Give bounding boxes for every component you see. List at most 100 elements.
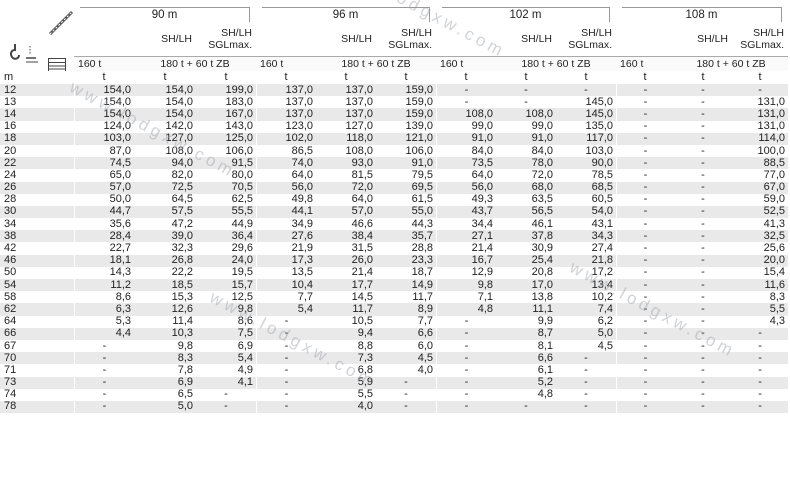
load-cell: 61,5 [411,193,433,206]
load-cell: 145,0 [556,108,617,121]
radius-cell: 14 [0,108,74,121]
load-cell: 91,0 [496,132,556,145]
radius-cell: 16 [4,120,17,133]
load-cell: - [701,339,705,352]
load-cell: - [436,364,496,377]
load-cell: 22,7 [74,242,134,255]
load-cell: - [436,327,496,340]
radius-cell: 22 [0,157,74,170]
load-cell: 73,5 [436,157,496,170]
load-cell: 72,0 [316,181,376,194]
radius-cell: 20 [4,144,17,157]
load-cell: 154,0 [74,96,134,109]
load-cell: - [376,376,436,389]
load-cell: 5,3 [74,315,134,328]
load-cell: - [436,339,496,353]
table-row: 24 65,0 82,0 80,0 64,0 81,5 79,5 64,0 72,0 78,5- -… [0,169,788,182]
load-cell: 145,0 [585,96,614,108]
load-cell: 108,0 [345,144,373,157]
load-cell: 22,2 [171,266,193,279]
mode-header-sgl: SH/LH SGLmax. [740,26,785,51]
load-cell: - [436,400,496,414]
load-cell: 4,9 [237,364,253,376]
load-cell: 27,4 [591,242,614,255]
load-cell: 84,0 [436,144,496,158]
load-cell: 5,0 [556,327,617,340]
load-cell: - [674,84,733,97]
load-cell: 118,0 [316,132,376,145]
load-cell: 4,8 [436,303,496,316]
load-cell: 103,0 [74,132,134,145]
load-cell: - [616,108,675,121]
load-cell: 131,0 [732,108,789,121]
load-cell: - [758,339,762,352]
load-cell: 31,5 [351,242,373,255]
load-cell: - [616,400,675,414]
load-cell: 6,5 [177,388,193,401]
load-cell: 8,6 [237,315,253,328]
load-cell: - [256,315,316,328]
load-cell: 9,8 [177,339,193,352]
load-cell: - [436,376,496,389]
boom-length-header: 108 m [616,6,788,22]
load-unit: t [584,71,588,83]
load-cell: 67,0 [732,181,789,194]
load-cell: 36,4 [196,230,256,243]
radius-cell: 62 [0,303,74,316]
load-cell: 7,1 [436,291,496,304]
load-cell: 154,0 [74,84,134,97]
boom-length-header: 102 m [436,6,616,22]
radius-cell: 67 [4,339,17,352]
load-cell: 82,0 [171,169,193,181]
radius-cell: 24 [4,169,17,181]
load-cell: 137,0 [256,84,316,97]
load-cell: 154,0 [134,108,196,121]
load-cell: 154,0 [74,108,134,121]
load-cell: - [674,376,733,389]
load-cell: 41,3 [763,218,786,230]
load-cell: 32,3 [171,242,193,255]
load-cell: - [674,279,733,292]
load-cell: 55,5 [196,205,256,219]
load-cell: 32,5 [732,230,789,243]
load-cell: 64,0 [351,193,373,206]
load-cell: - [74,339,134,353]
radius-cell: 54 [0,279,74,292]
mode-header: SH/LH [521,32,552,45]
load-cell: 159,0 [376,84,436,97]
load-cell: 5,4 [196,352,256,365]
load-cell: 12,6 [134,303,196,316]
load-cell: 39,0 [134,230,196,243]
load-cell: - [616,132,675,145]
load-cell: 103,0 [585,144,614,157]
load-cell: 17,3 [256,254,316,267]
boom-icon [48,10,74,36]
load-cell: 15,3 [171,291,193,303]
load-cell: 6,0 [417,339,433,352]
load-cell: 5,0 [134,400,196,414]
mode-header-sgl: SH/LH SGLmax. [388,26,432,51]
table-row: 58 8,6 15,3 12,5 7,7 14,5 11,7 7,1 13,8 10,2- -8,3 [0,291,788,304]
load-cell: 6,3 [74,303,134,316]
load-cell: 11,6 [732,279,789,292]
load-cell: 8,1 [537,339,553,352]
load-cell: 11,7 [316,303,376,316]
load-cell: - [616,218,674,231]
load-unit: t [344,71,348,83]
load-cell: 43,1 [591,218,614,230]
load-cell: - [256,400,316,414]
boom-length-header: 96 m [256,6,436,22]
load-cell: 8,6 [74,291,134,304]
load-unit: t [404,71,408,83]
radius-cell: 34 [4,218,17,230]
load-cell: - [436,84,496,97]
load-cell: 79,5 [411,169,433,181]
load-cell: - [674,205,733,219]
load-cell: 10,3 [134,327,196,340]
load-cell: 10,4 [256,279,316,292]
load-cell: - [616,181,675,194]
radius-cell: 78 [0,400,74,414]
load-cell: 183,0 [225,96,253,108]
load-cell: 78,5 [591,169,614,181]
mode-header: SH/LH [161,32,192,45]
